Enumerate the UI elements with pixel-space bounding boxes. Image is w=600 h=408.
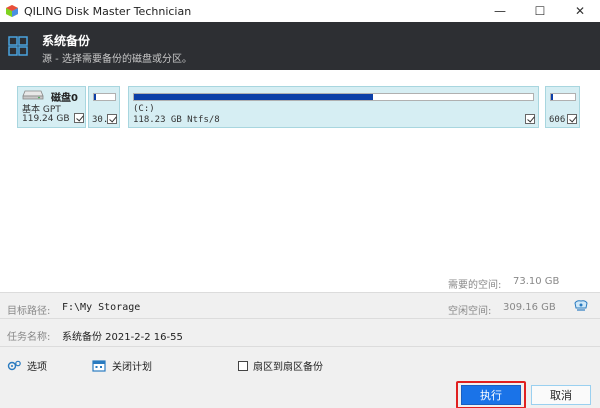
- partition-1-checkbox[interactable]: [107, 114, 117, 124]
- partition-c-drive: (C:): [133, 104, 155, 114]
- options-button[interactable]: 选项: [7, 358, 47, 373]
- header-banner: 系统备份 源 - 选择需要备份的磁盘或分区。: [0, 22, 600, 70]
- maximize-button[interactable]: ☐: [520, 0, 560, 22]
- partition-3-checkbox[interactable]: [567, 114, 577, 124]
- partition-c[interactable]: (C:) 118.23 GB Ntfs/8: [128, 86, 539, 128]
- calendar-icon: [92, 360, 106, 372]
- execute-button[interactable]: 执行: [461, 385, 521, 405]
- close-button[interactable]: ✕: [560, 0, 600, 22]
- divider: [0, 292, 600, 293]
- page-title: 系统备份: [42, 34, 91, 48]
- task-name-value[interactable]: 系统备份 2021-2-2 16-55: [62, 328, 183, 343]
- window-title: QILING Disk Master Technician: [24, 4, 192, 18]
- schedule-label: 关闭计划: [112, 362, 152, 373]
- partition-1-label: 30.: [92, 115, 109, 125]
- sector-backup-option[interactable]: 扇区到扇区备份: [238, 358, 323, 373]
- partition-c-checkbox[interactable]: [525, 114, 535, 124]
- window-controls: — ☐ ✕: [480, 0, 600, 22]
- sector-backup-checkbox[interactable]: [238, 360, 248, 371]
- title-bar: QILING Disk Master Technician — ☐ ✕: [0, 0, 600, 22]
- minimize-button[interactable]: —: [480, 0, 520, 22]
- disk-card[interactable]: 磁盘0 基本 GPT 119.24 GB: [17, 86, 86, 128]
- gears-icon: [7, 360, 21, 370]
- divider: [0, 346, 600, 347]
- partition-c-usage-fill: [134, 94, 374, 100]
- cancel-button[interactable]: 取消: [531, 385, 591, 405]
- partition-1[interactable]: 30.: [88, 86, 120, 128]
- options-label: 选项: [27, 362, 47, 373]
- hard-disk-icon: [22, 90, 44, 100]
- divider: [0, 318, 600, 319]
- disk-map-area: 磁盘0 基本 GPT 119.24 GB 30. (C:) 118.23 GB …: [0, 70, 600, 292]
- sector-backup-label: 扇区到扇区备份: [253, 362, 323, 373]
- browse-folder-icon[interactable]: [573, 299, 589, 313]
- page-subtitle: 源 - 选择需要备份的磁盘或分区。: [42, 54, 192, 65]
- disk-size: 119.24 GB: [22, 114, 70, 124]
- partition-3-label: 606: [549, 115, 566, 125]
- required-space-label: 需要的空间:: [448, 280, 502, 291]
- free-space-value: 309.16 GB: [503, 302, 556, 313]
- partition-1-usage-bar: [93, 93, 116, 101]
- partition-1-usage-fill: [94, 94, 97, 100]
- schedule-button[interactable]: 关闭计划: [92, 358, 152, 373]
- required-space-value: 73.10 GB: [513, 276, 560, 287]
- system-backup-icon: [8, 36, 28, 56]
- partition-c-label: 118.23 GB Ntfs/8: [133, 115, 220, 125]
- partition-c-usage-bar: [133, 93, 534, 101]
- target-path-label: 目标路径:: [7, 306, 51, 317]
- disk-checkbox[interactable]: [74, 113, 84, 123]
- target-path-value[interactable]: F:\My Storage: [62, 302, 140, 313]
- task-name-label: 任务名称:: [7, 332, 51, 343]
- partition-3-usage-fill: [551, 94, 554, 100]
- free-space-label: 空闲空间:: [448, 306, 492, 317]
- partition-3-usage-bar: [550, 93, 576, 101]
- app-logo-icon: [6, 5, 18, 17]
- partition-3[interactable]: 606: [545, 86, 580, 128]
